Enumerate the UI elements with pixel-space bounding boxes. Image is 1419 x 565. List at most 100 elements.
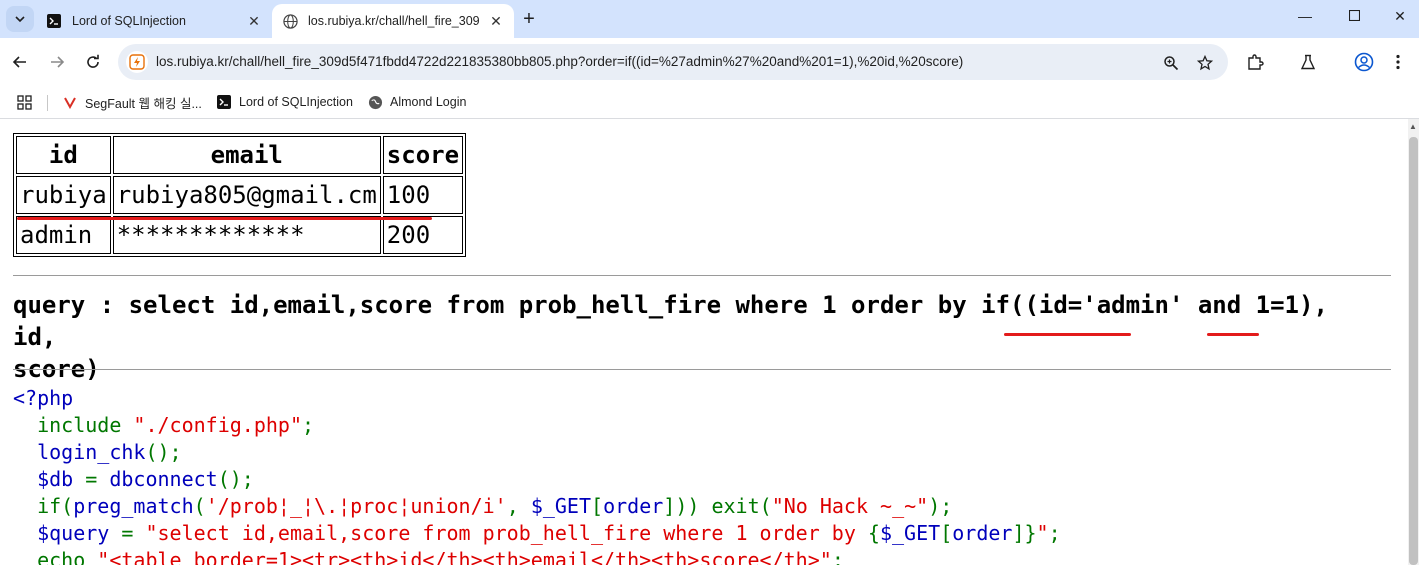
tab-hell-fire[interactable]: los.rubiya.kr/chall/hell_fire_309 ✕ <box>272 4 514 38</box>
code-token: ]} <box>1012 521 1037 545</box>
profile-avatar-icon[interactable] <box>1352 50 1376 74</box>
code-token: order <box>952 521 1013 545</box>
page-content: id email score rubiya rubiya805@gmail.cm… <box>0 119 1408 565</box>
code-token: "./config.php" <box>133 413 302 437</box>
table-row: rubiya rubiya805@gmail.cm 100 <box>16 176 464 214</box>
php-source-code: <?php include "./config.php"; login_chk(… <box>13 385 1061 565</box>
zoom-icon[interactable] <box>1160 52 1182 74</box>
code-token: echo <box>13 548 98 565</box>
table-header-row: id email score <box>16 136 464 174</box>
code-token: = <box>109 521 146 545</box>
code-token: exit( <box>711 494 772 518</box>
table-header-id: id <box>16 136 111 174</box>
code-token: = <box>73 467 110 491</box>
chevron-down-icon <box>15 16 25 23</box>
reload-icon[interactable] <box>81 50 105 74</box>
code-token: [ <box>591 494 604 518</box>
table-header-email: email <box>112 136 381 174</box>
code-token: $_GET <box>879 521 941 545</box>
code-token: ); <box>928 494 953 518</box>
close-icon[interactable]: ✕ <box>246 13 262 30</box>
tab-title: los.rubiya.kr/chall/hell_fire_309 <box>308 14 480 28</box>
table-cell: ************* <box>112 216 381 254</box>
browser-toolbar: los.rubiya.kr/chall/hell_fire_309d5f471f… <box>0 38 1419 86</box>
code-token: [ <box>940 521 953 545</box>
query-pre: select id,email,score from prob_hell_fir… <box>128 291 1039 319</box>
query-and: and <box>1183 291 1256 319</box>
terminal-icon <box>46 13 62 29</box>
code-token: <?php <box>13 386 74 410</box>
annotation-underline-row <box>17 217 432 220</box>
table-cell: admin <box>16 216 111 254</box>
table-header-score: score <box>382 136 464 174</box>
code-token: ; <box>302 413 315 437</box>
extensions-icon[interactable] <box>1243 50 1267 74</box>
bookmark-segfault[interactable]: SegFault 웹 해킹 실... <box>62 91 202 113</box>
code-token: ])) <box>663 494 712 518</box>
annotation-underline-cond1 <box>1004 333 1131 336</box>
code-token: ; <box>831 548 844 565</box>
window-close-icon[interactable]: ✕ <box>1385 8 1415 25</box>
code-token: " <box>1036 521 1049 545</box>
code-token: $db <box>13 467 74 491</box>
tab-title: Lord of SQLInjection <box>72 14 186 28</box>
back-arrow-icon[interactable] <box>8 50 32 74</box>
table-cell: 200 <box>382 216 464 254</box>
code-token: (); <box>145 440 182 464</box>
table-row: admin ************* 200 <box>16 216 464 254</box>
code-token: $query <box>13 521 110 545</box>
query-cond1: id='admin' <box>1038 291 1184 319</box>
code-token: "No Hack ~_~" <box>771 494 929 518</box>
code-token: { <box>867 521 880 545</box>
code-token: dbconnect <box>109 467 218 491</box>
result-table: id email score rubiya rubiya805@gmail.cm… <box>13 133 467 257</box>
address-bar[interactable]: los.rubiya.kr/chall/hell_fire_309d5f471f… <box>118 44 1228 80</box>
bookmark-lord-of-sqlinjection[interactable]: Lord of SQLInjection <box>216 91 353 113</box>
new-tab-button[interactable]: + <box>518 8 540 30</box>
maximize-icon[interactable] <box>1339 8 1369 24</box>
code-token: "select id,email,score from prob_hell_fi… <box>145 521 868 545</box>
tab-strip: Lord of SQLInjection ✕ los.rubiya.kr/cha… <box>0 0 1419 38</box>
scrollbar-thumb[interactable] <box>1409 137 1418 565</box>
bookmark-label: Almond Login <box>390 95 467 109</box>
code-token: (); <box>217 467 254 491</box>
code-token: ; <box>1048 521 1061 545</box>
bookmark-divider <box>47 95 48 111</box>
annotation-underline-cond2 <box>1207 333 1259 336</box>
bookmark-almond-login[interactable]: Almond Login <box>367 91 466 113</box>
code-token: $_GET <box>530 494 592 518</box>
query-label: query : <box>13 291 129 319</box>
divider <box>13 369 1391 370</box>
table-cell: rubiya805@gmail.cm <box>112 176 381 214</box>
code-token: , <box>506 494 531 518</box>
query-cond2: 1=1 <box>1255 291 1300 319</box>
close-icon[interactable]: ✕ <box>488 13 504 30</box>
divider <box>13 275 1391 276</box>
forward-arrow-icon[interactable] <box>45 50 69 74</box>
bookmarks-bar: SegFault 웹 해킹 실... Lord of SQLInjection … <box>0 86 1419 119</box>
flask-icon[interactable] <box>1296 50 1320 74</box>
scroll-up-arrow-icon[interactable]: ▲ <box>1409 122 1417 131</box>
table-cell: 100 <box>382 176 464 214</box>
site-favicon-icon[interactable] <box>126 51 148 73</box>
tab-lord-of-sqlinjection[interactable]: Lord of SQLInjection ✕ <box>36 4 272 38</box>
apps-grid-icon[interactable] <box>17 91 32 113</box>
minimize-icon[interactable]: — <box>1290 8 1320 24</box>
tab-search-button[interactable] <box>6 6 34 32</box>
code-token: '/prob¦_¦\.¦proc¦union/i' <box>205 494 507 518</box>
bookmark-label: Lord of SQLInjection <box>239 95 353 109</box>
code-token: preg_match <box>73 494 194 518</box>
code-token: include <box>13 413 134 437</box>
code-token: ( <box>193 494 206 518</box>
terminal-icon <box>216 94 232 110</box>
bookmark-label: SegFault 웹 해킹 실... <box>85 96 202 111</box>
more-menu-icon[interactable] <box>1386 50 1410 74</box>
bookmark-star-icon[interactable] <box>1194 52 1216 74</box>
code-token: if( <box>13 494 74 518</box>
globe-icon <box>367 94 383 110</box>
code-token: "<table border=1><tr><th>id</th><th>emai… <box>97 548 832 565</box>
code-token: login_chk <box>13 440 146 464</box>
url-text[interactable]: los.rubiya.kr/chall/hell_fire_309d5f471f… <box>156 54 963 69</box>
globe-icon <box>282 13 298 29</box>
query-text: query : select id,email,score from prob_… <box>13 289 1383 385</box>
